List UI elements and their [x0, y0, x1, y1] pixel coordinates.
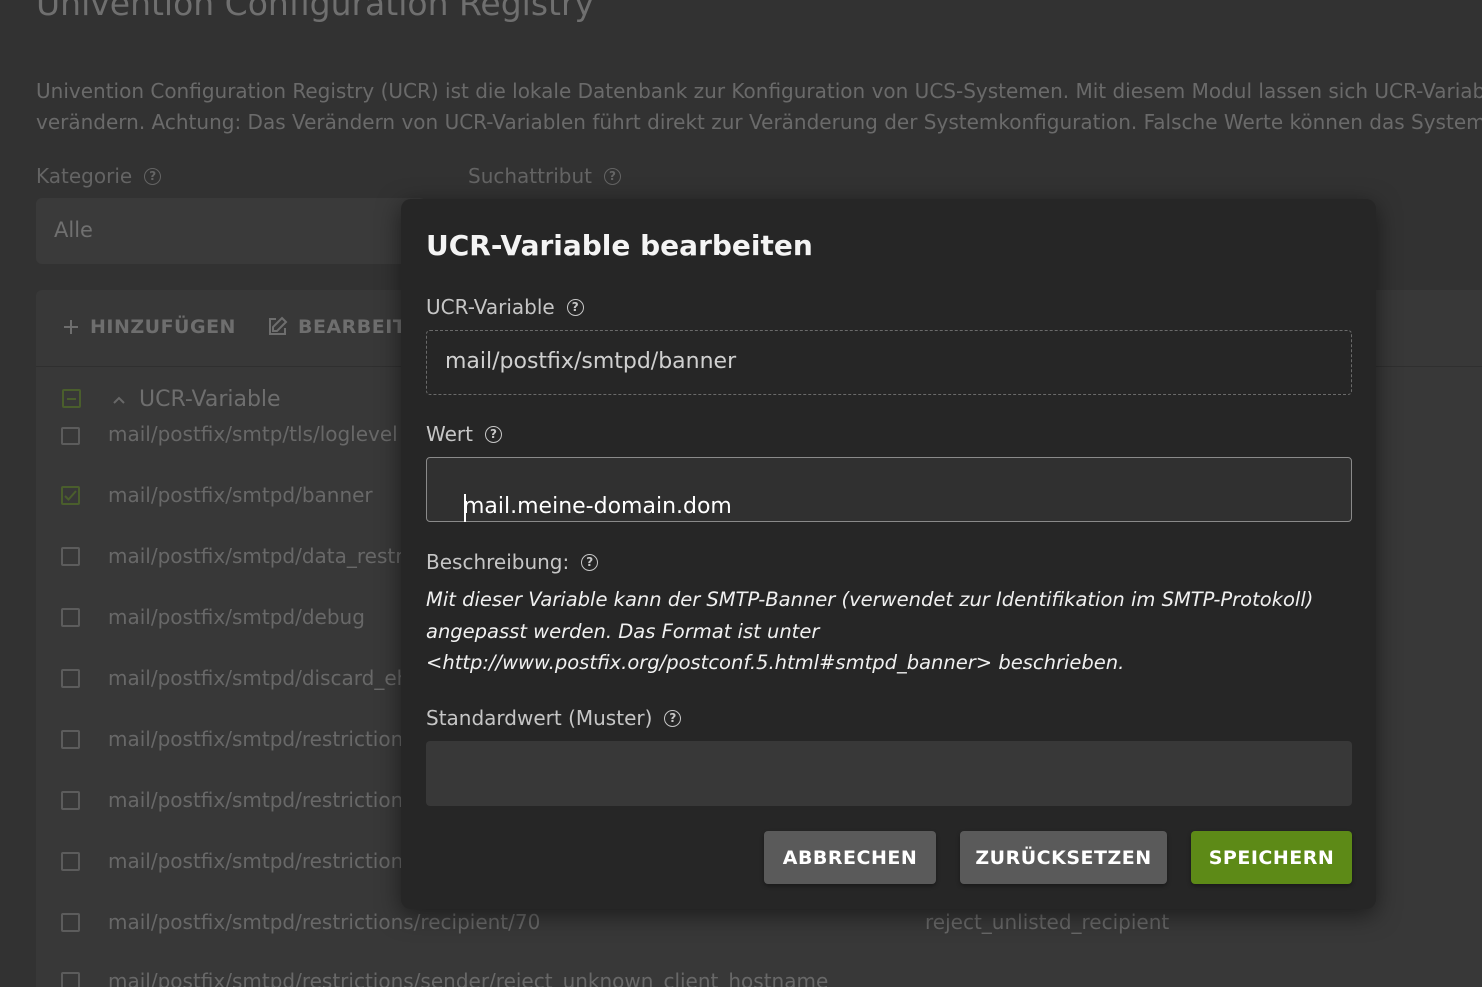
description-text: Mit dieser Variable kann der SMTP-Banner…	[426, 588, 1314, 674]
help-icon[interactable]: ?	[603, 167, 621, 185]
table-row[interactable]: mail/postfix/smtpd/banner	[108, 483, 373, 507]
table-row[interactable]: mail/postfix/smtpd/restrictions/recipien…	[108, 910, 540, 934]
row-checkbox[interactable]	[61, 852, 80, 871]
value-field-label: Wert ?	[426, 422, 502, 446]
category-label: Kategorie ?	[36, 164, 162, 188]
default-value-label: Standardwert (Muster) ?	[426, 706, 682, 730]
variable-name-field: mail/postfix/smtpd/banner	[426, 330, 1352, 395]
variable-field-label: UCR-Variable ?	[426, 295, 584, 319]
row-checkbox[interactable]	[61, 608, 80, 627]
variable-name-value: mail/postfix/smtpd/banner	[445, 349, 737, 374]
default-value-label-text: Standardwert (Muster)	[426, 706, 653, 730]
page: Univention Configuration Registry Univen…	[0, 0, 1482, 987]
search-attribute-label: Suchattribut ?	[468, 164, 621, 188]
reset-button[interactable]: ZURÜCKSETZEN	[960, 831, 1167, 884]
save-button[interactable]: SPEICHERN	[1191, 831, 1352, 884]
table-row[interactable]: mail/postfix/smtpd/restrictions	[108, 727, 414, 751]
row-checkbox-checked[interactable]	[61, 486, 80, 505]
plus-icon	[64, 320, 78, 334]
help-icon[interactable]: ?	[484, 425, 502, 443]
row-checkbox[interactable]	[61, 791, 80, 810]
text-caret	[464, 494, 466, 522]
table-row[interactable]: mail/postfix/smtpd/restrictions	[108, 849, 414, 873]
table-row[interactable]: mail/postfix/smtpd/restrictions/sender/r…	[108, 969, 828, 987]
default-value-field	[426, 741, 1352, 806]
check-icon	[64, 490, 77, 501]
help-icon[interactable]: ?	[144, 167, 162, 185]
description-label: Beschreibung: ?	[426, 550, 599, 574]
help-icon[interactable]: ?	[664, 709, 682, 727]
cancel-button[interactable]: ABBRECHEN	[764, 831, 936, 884]
table-cell-value: reject_unlisted_recipient	[925, 910, 1170, 934]
column-header-variable[interactable]: UCR-Variable	[139, 387, 281, 412]
chevron-up-icon[interactable]	[112, 393, 126, 407]
module-description-line-2: verändern. Achtung: Das Verändern von UC…	[36, 110, 1482, 134]
value-label-text: Wert	[426, 422, 473, 446]
category-select-value: Alle	[54, 218, 93, 242]
add-button[interactable]: HINZUFÜGEN	[62, 316, 236, 338]
row-checkbox[interactable]	[61, 972, 80, 987]
row-checkbox[interactable]	[61, 669, 80, 688]
dialog-title: UCR-Variable bearbeiten	[426, 229, 813, 262]
category-label-text: Kategorie	[36, 164, 133, 188]
row-checkbox[interactable]	[61, 913, 80, 932]
value-input[interactable]: mail.meine-domain.dom	[426, 457, 1352, 522]
row-checkbox[interactable]	[61, 730, 80, 749]
edit-variable-dialog: UCR-Variable bearbeiten UCR-Variable ? m…	[401, 199, 1376, 909]
add-button-label: HINZUFÜGEN	[90, 316, 236, 338]
table-row[interactable]: mail/postfix/smtp/tls/loglevel	[108, 422, 398, 446]
module-description: Univention Configuration Registry (UCR) …	[36, 76, 1482, 138]
row-checkbox[interactable]	[61, 547, 80, 566]
variable-label-text: UCR-Variable	[426, 295, 555, 319]
select-all-checkbox[interactable]	[62, 389, 81, 408]
row-checkbox[interactable]	[61, 427, 80, 445]
category-select[interactable]: Alle	[36, 198, 426, 264]
description-label-text: Beschreibung:	[426, 550, 570, 574]
table-row[interactable]: mail/postfix/smtpd/debug	[108, 605, 365, 629]
module-description-line-1: Univention Configuration Registry (UCR) …	[36, 79, 1482, 103]
search-attribute-label-text: Suchattribut	[468, 164, 592, 188]
module-title: Univention Configuration Registry	[36, 0, 595, 23]
help-icon[interactable]: ?	[566, 298, 584, 316]
table-row[interactable]: mail/postfix/smtpd/restrictions	[108, 788, 414, 812]
help-icon[interactable]: ?	[581, 553, 599, 571]
value-input-text: mail.meine-domain.dom	[463, 494, 732, 519]
edit-icon	[269, 316, 288, 335]
